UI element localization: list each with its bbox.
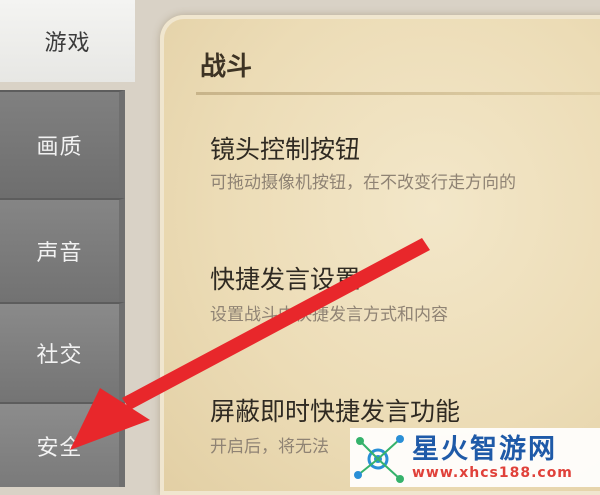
watermark: 星火智游网 www.xhcs188.com [350,428,600,487]
settings-sidebar: 游戏 画质 声音 社交 安全 [0,0,135,487]
tab-social[interactable]: 社交 [0,302,125,402]
setting-block-quick-chat-desc: 开启后，将无法 [210,437,329,457]
setting-camera-button-title[interactable]: 镜头控制按钮 [210,130,360,166]
watermark-url: www.xhcs188.com [412,464,573,481]
section-divider [196,92,600,95]
watermark-name: 星火智游网 [412,433,557,465]
tab-security[interactable]: 安全 [0,402,125,487]
setting-block-quick-chat-title[interactable]: 屏蔽即时快捷发言功能 [210,392,460,428]
tab-game[interactable]: 游戏 [0,0,135,82]
setting-quick-chat-desc: 设置战斗内快捷发言方式和内容 [210,305,448,325]
tab-sound[interactable]: 声音 [0,198,125,302]
tab-graphics[interactable]: 画质 [0,90,125,198]
setting-quick-chat-title[interactable]: 快捷发言设置 [210,260,360,296]
setting-camera-button-desc: 可拖动摄像机按钮，在不改变行走方向的 [210,173,516,193]
network-logo-icon [354,434,404,483]
section-title: 战斗 [200,52,253,82]
